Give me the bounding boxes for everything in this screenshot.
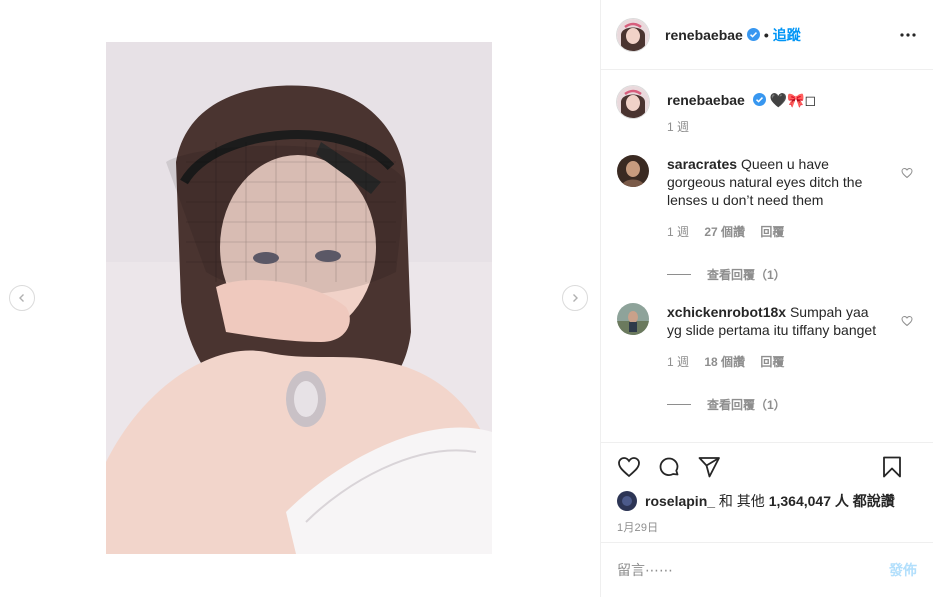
caption: renebaebae 🖤🎀◻ 1 週 xyxy=(617,86,917,135)
liker-avatar[interactable] xyxy=(617,491,637,511)
separator-dot: • xyxy=(763,26,769,43)
post-photo[interactable] xyxy=(106,42,492,554)
likes-connector: 和 其他 xyxy=(718,493,765,509)
view-replies-button[interactable]: 查看回覆（1） xyxy=(667,396,917,413)
caption-text: 🖤🎀◻ xyxy=(769,92,817,108)
replies-divider xyxy=(667,404,691,405)
share-icon[interactable] xyxy=(697,455,721,479)
previous-photo-button[interactable] xyxy=(9,285,35,311)
comment-likes[interactable]: 18 個讚 xyxy=(704,355,745,369)
reply-button[interactable]: 回覆 xyxy=(760,355,784,369)
commenter-username[interactable]: xchickenrobot18x xyxy=(667,304,786,320)
caption-body: renebaebae 🖤🎀◻ 1 週 xyxy=(667,86,816,135)
caption-time[interactable]: 1 週 xyxy=(667,120,689,134)
caption-line: renebaebae 🖤🎀◻ xyxy=(667,90,816,110)
caption-avatar[interactable] xyxy=(617,86,649,118)
commenter-username[interactable]: saracrates xyxy=(667,156,737,172)
post-header: renebaebae • 追蹤 xyxy=(601,0,933,70)
commenter-avatar[interactable] xyxy=(617,303,649,335)
caption-meta: 1 週 xyxy=(667,118,816,135)
follow-button[interactable]: 追蹤 xyxy=(773,25,801,45)
verified-badge-icon xyxy=(746,28,760,41)
heart-icon[interactable] xyxy=(901,315,913,327)
photo-illustration xyxy=(106,42,492,554)
comment-text-block: saracrates Queen u have gorgeous natural… xyxy=(667,155,877,209)
view-replies-label: 查看回覆（1） xyxy=(707,268,786,282)
comment-input[interactable] xyxy=(617,562,889,578)
comments-list[interactable]: renebaebae 🖤🎀◻ 1 週 saracrates Queen u ha… xyxy=(601,70,933,442)
author-avatar[interactable] xyxy=(617,18,649,51)
chevron-left-icon xyxy=(19,294,24,302)
likes-suffix[interactable]: 人 都說讚 xyxy=(835,491,895,511)
heart-icon[interactable] xyxy=(901,167,913,179)
reply-button[interactable]: 回覆 xyxy=(760,225,784,239)
post-actions: roselapin_ 和 其他 1,364,047 人 都說讚 1月29日 xyxy=(601,442,933,535)
header-user-line: renebaebae • 追蹤 xyxy=(665,25,801,45)
next-photo-button[interactable] xyxy=(562,285,588,311)
replies-divider xyxy=(667,274,691,275)
comment-likes[interactable]: 27 個讚 xyxy=(704,225,745,239)
likes-count[interactable]: 1,364,047 xyxy=(769,493,831,509)
comment-meta: 1 週 27 個讚 回覆 xyxy=(667,223,877,240)
view-replies-button[interactable]: 查看回覆（1） xyxy=(667,266,917,283)
comment-item: saracrates Queen u have gorgeous natural… xyxy=(617,155,917,240)
liker-username[interactable]: roselapin_ xyxy=(645,493,715,509)
comment-icon[interactable] xyxy=(657,455,681,479)
caption-username[interactable]: renebaebae xyxy=(667,92,745,108)
comment-time[interactable]: 1 週 xyxy=(667,225,689,239)
likes-summary: roselapin_ 和 其他 1,364,047 人 都說讚 xyxy=(617,491,917,511)
comment-text-block: xchickenrobot18x Sumpah yaa yg slide per… xyxy=(667,303,877,339)
view-replies-label: 查看回覆（1） xyxy=(707,398,786,412)
author-username[interactable]: renebaebae xyxy=(665,27,743,43)
action-bar xyxy=(617,443,917,491)
post-comment-button[interactable]: 發佈 xyxy=(889,560,917,580)
comment-time[interactable]: 1 週 xyxy=(667,355,689,369)
comment-meta: 1 週 18 個讚 回覆 xyxy=(667,353,877,370)
commenter-avatar[interactable] xyxy=(617,155,649,187)
add-comment-bar: 發佈 xyxy=(601,542,933,597)
post-side-panel: renebaebae • 追蹤 renebaebae 🖤🎀◻ 1 週 sarac… xyxy=(600,0,933,597)
more-horizontal-icon[interactable] xyxy=(899,26,917,44)
media-viewer xyxy=(0,0,600,597)
comment-item: xchickenrobot18x Sumpah yaa yg slide per… xyxy=(617,303,917,370)
verified-badge-icon xyxy=(752,93,766,106)
heart-icon[interactable] xyxy=(617,455,641,479)
bookmark-icon[interactable] xyxy=(880,455,904,479)
post-date[interactable]: 1月29日 xyxy=(617,519,917,535)
chevron-right-icon xyxy=(573,294,578,302)
